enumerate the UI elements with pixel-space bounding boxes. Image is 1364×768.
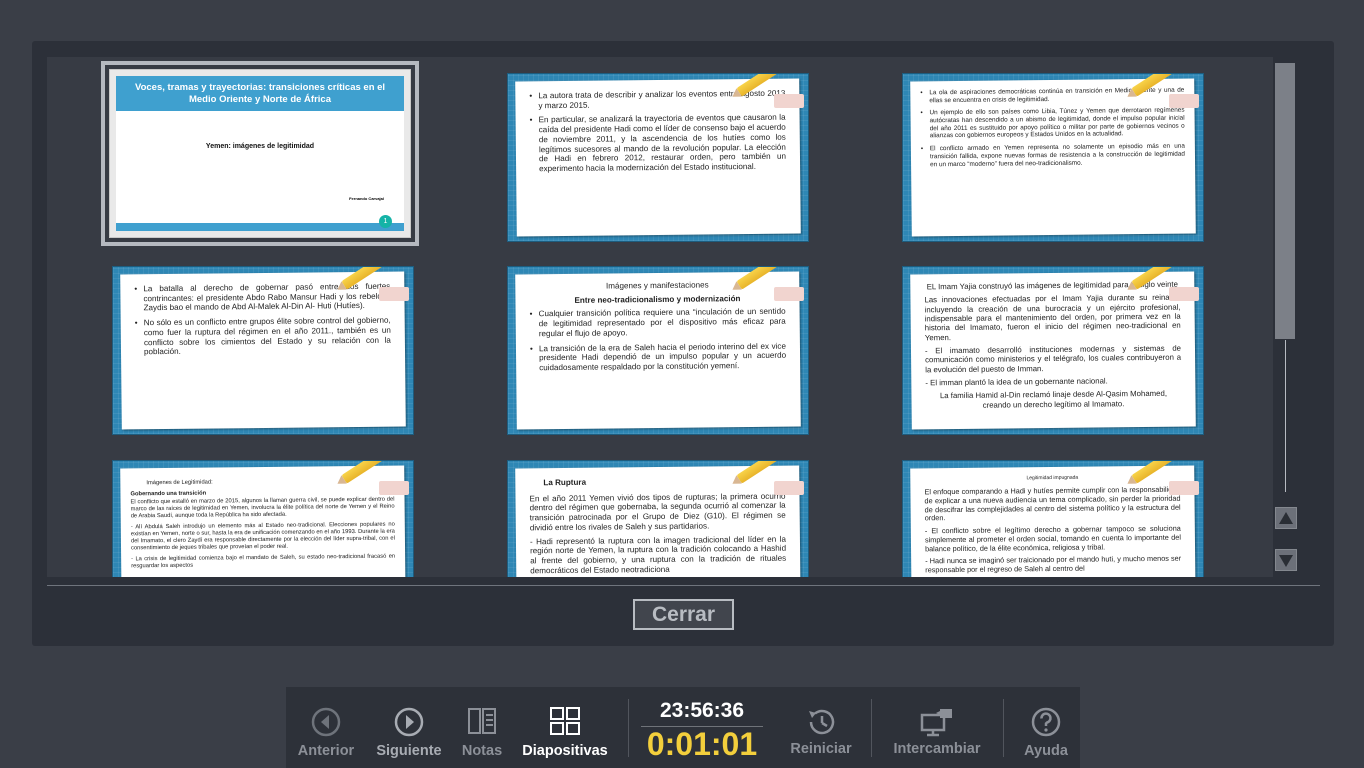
help-button[interactable]: Ayuda <box>1019 687 1073 768</box>
dialog-divider <box>47 585 1320 586</box>
slide-7-content: Imágenes de Legitimidad: Gobernando una … <box>120 465 406 577</box>
next-button[interactable]: Siguiente <box>372 687 446 768</box>
arrow-down-icon <box>1279 555 1293 567</box>
slide-8-content: La Ruptura En el año 2011 Yemen vivió do… <box>515 465 801 577</box>
slide-6-content: EL Imam Yajia construyó las imágenes de … <box>910 271 1196 430</box>
help-label: Ayuda <box>1024 743 1068 759</box>
slide-5-bullet: La transición de la era de Saleh hacia e… <box>530 341 786 373</box>
notes-icon <box>468 708 496 734</box>
restart-button[interactable]: Reiniciar <box>786 687 856 768</box>
grid-icon <box>550 707 580 735</box>
clock-display: 23:56:36 0:01:01 <box>631 699 773 761</box>
slide-thumbnail-2[interactable]: La autora trata de describir y analizar … <box>507 73 809 242</box>
slide-9-paragraph: - Hadi nunca se imaginó ser traicionado … <box>925 553 1182 575</box>
scroll-down-button[interactable] <box>1275 549 1297 571</box>
eraser-icon <box>774 94 804 108</box>
slides-button[interactable]: Diapositivas <box>518 687 612 768</box>
toolbar-separator <box>628 699 629 757</box>
notes-label: Notas <box>461 743 503 759</box>
restart-label: Reiniciar <box>790 741 852 757</box>
slide-6-paragraph: Las innovaciones efectuadas por el Imam … <box>924 293 1181 343</box>
slide-8-paragraph: - Hadi representó la ruptura con la imag… <box>529 534 787 575</box>
slide-6-paragraph: - El imamato desarrolló instituciones mo… <box>924 343 1182 375</box>
slide-5-bullet: Cualquier transición política requiere u… <box>530 307 786 339</box>
slide-4-bullet: No sólo es un conflicto entre grupos éli… <box>135 316 391 357</box>
presenter-toolbar: Anterior Siguiente Notas Diapositivas 23… <box>286 687 1080 768</box>
slides-label: Diapositivas <box>522 743 608 759</box>
slide-4-bullet: La batalla al derecho de gobernar pasó e… <box>134 282 390 314</box>
current-time: 23:56:36 <box>659 699 745 722</box>
swap-label: Intercambiar <box>893 741 981 757</box>
slide-1-content: Voces, tramas y trayectorias: transicion… <box>116 76 404 231</box>
circle-left-arrow-icon <box>311 707 341 737</box>
close-button[interactable]: Cerrar <box>633 599 734 630</box>
slide-7-paragraph: - Alí Abdulá Saleh introdujo un elemento… <box>130 521 395 552</box>
slide-grid: Voces, tramas y trayectorias: transicion… <box>47 57 1273 577</box>
monitor-swap-icon <box>920 709 952 737</box>
circle-right-arrow-icon <box>394 707 424 737</box>
scroll-up-button[interactable] <box>1275 507 1297 529</box>
slide-thumbnail-8[interactable]: La Ruptura En el año 2011 Yemen vivió do… <box>507 460 809 577</box>
slide-thumbnail-6[interactable]: EL Imam Yajia construyó las imágenes de … <box>902 266 1204 435</box>
slide-1-title: Voces, tramas y trayectorias: transicion… <box>116 76 404 111</box>
eraser-icon <box>1169 481 1199 495</box>
eraser-icon <box>379 481 409 495</box>
slide-thumbnail-5[interactable]: Imágenes y manifestaciones Entre neo-tra… <box>507 266 809 435</box>
toolbar-separator <box>1003 699 1004 757</box>
slide-9-paragraph: El enfoque comparando a Hadi y hutíes pe… <box>924 484 1181 523</box>
scrollbar-thumb[interactable] <box>1275 63 1295 339</box>
slide-thumbnail-3[interactable]: La ola de aspiraciones democráticas cont… <box>902 73 1204 242</box>
slide-1-footer-bar <box>116 223 404 231</box>
slide-4-content: La batalla al derecho de gobernar pasó e… <box>120 271 406 430</box>
eraser-icon <box>774 481 804 495</box>
slide-7-paragraph: El conflicto que estalló en marzo de 201… <box>130 496 395 520</box>
slide-5-content: Imágenes y manifestaciones Entre neo-tra… <box>515 271 801 430</box>
slide-thumbnail-1[interactable]: Voces, tramas y trayectorias: transicion… <box>101 61 419 246</box>
notes-button[interactable]: Notas <box>457 687 507 768</box>
question-circle-icon <box>1031 707 1061 737</box>
slide-3-bullet: El conflicto armado en Yemen representa … <box>921 143 1185 169</box>
slide-5-subheading: Entre neo-tradicionalismo y modernizació… <box>574 293 741 305</box>
slide-thumbnail-7[interactable]: Imágenes de Legitimidad: Gobernando una … <box>112 460 414 577</box>
eraser-icon <box>379 287 409 301</box>
slide-3-content: La ola de aspiraciones democráticas cont… <box>910 78 1196 237</box>
slide-6-indent: La familia Hamid al-Din reclamó linaje d… <box>939 389 1168 410</box>
next-label: Siguiente <box>376 743 442 759</box>
slide-2-content: La autora trata de describir y analizar … <box>515 78 801 237</box>
clock-restart-icon <box>809 709 835 735</box>
slide-3-bullet: Un ejemplo de ello son países como Libia… <box>920 107 1184 141</box>
elapsed-time: 0:01:01 <box>646 726 758 762</box>
slide-9-paragraph: - El conflicto sobre el legítimo derecho… <box>924 523 1181 553</box>
toolbar-separator <box>871 699 872 757</box>
eraser-icon <box>1169 287 1199 301</box>
slide-1-subtitle: Yemen: imágenes de legitimidad <box>205 143 315 150</box>
slide-number-badge: 1 <box>379 215 392 228</box>
eraser-icon <box>774 287 804 301</box>
slide-2-bullet: En particular, se analizará la trayector… <box>530 113 787 174</box>
slide-6-paragraph: - El imman plantó la idea de un gobernan… <box>925 376 1108 388</box>
eraser-icon <box>1169 94 1199 108</box>
slide-8-paragraph: En el año 2011 Yemen vivió dos tipos de … <box>529 491 786 533</box>
swap-displays-button[interactable]: Intercambiar <box>886 687 988 768</box>
previous-label: Anterior <box>297 743 355 759</box>
slide-thumbnail-9[interactable]: Legitimidad impugnada El enfoque compara… <box>902 460 1204 577</box>
slide-9-content: Legitimidad impugnada El enfoque compara… <box>910 465 1196 577</box>
previous-button[interactable]: Anterior <box>294 687 358 768</box>
scrollbar-track[interactable] <box>1285 340 1286 492</box>
slide-thumbnail-4[interactable]: La batalla al derecho de gobernar pasó e… <box>112 266 414 435</box>
slide-7-heading: Imágenes de Legitimidad: <box>146 479 213 487</box>
slide-7-paragraph: - La crisis de legitimidad comienza bajo… <box>131 553 396 569</box>
slide-1-author: Fernando Carvajal <box>349 196 384 201</box>
arrow-up-icon <box>1279 512 1293 524</box>
